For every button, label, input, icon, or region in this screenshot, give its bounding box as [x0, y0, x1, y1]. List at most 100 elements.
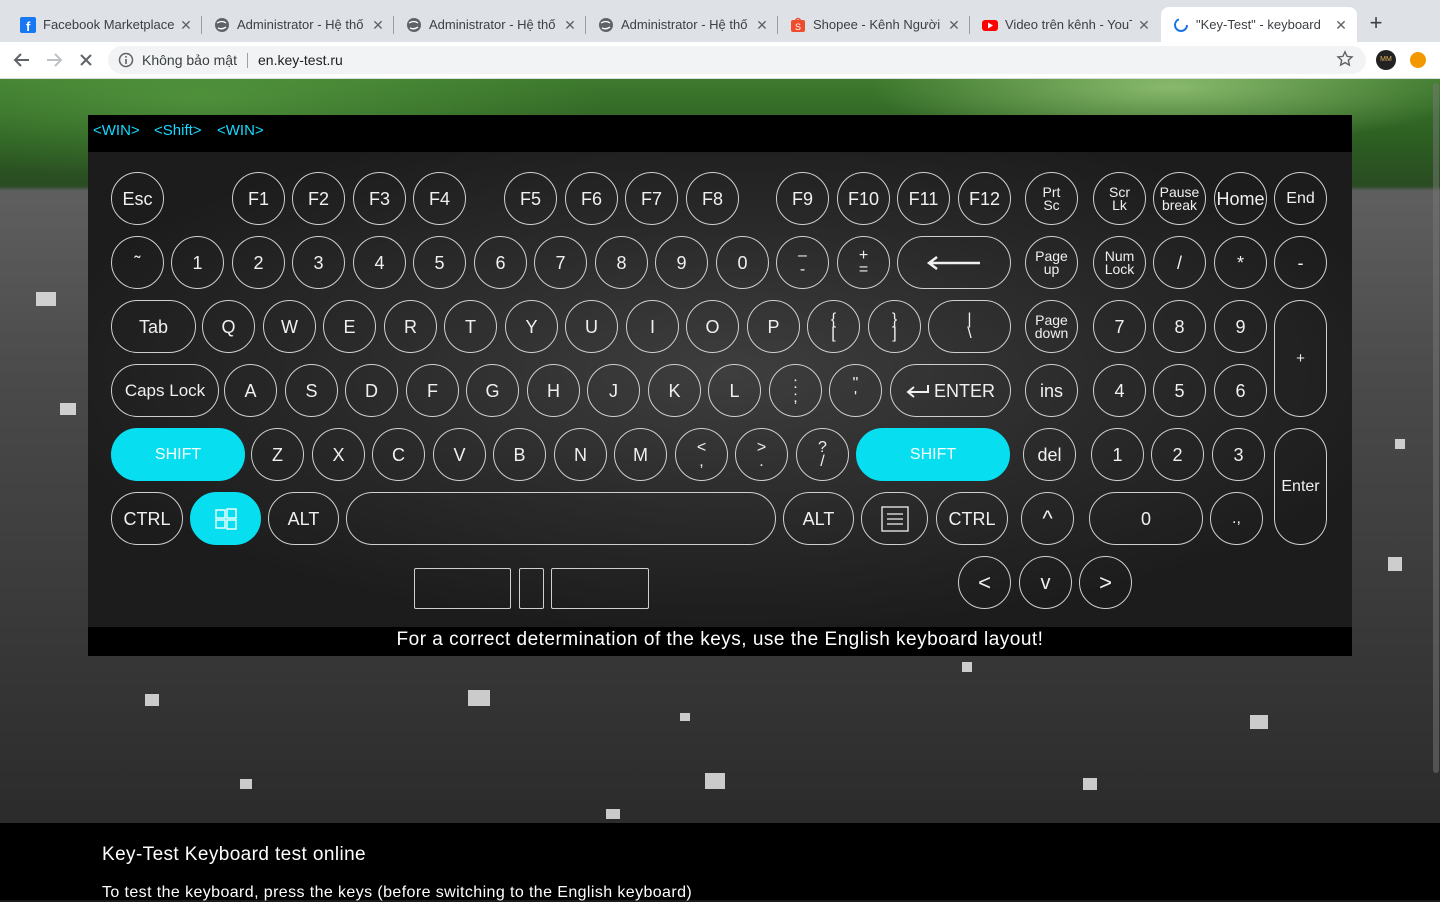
key-numpad-0[interactable]: 0 [1089, 492, 1203, 545]
key-caps-lock[interactable]: Caps Lock [111, 364, 219, 417]
key-numpad-2[interactable]: 2 [1151, 428, 1204, 481]
key-f10[interactable]: F10 [837, 172, 890, 225]
forward-button[interactable] [42, 48, 66, 72]
key-numpad-3[interactable]: 3 [1212, 428, 1265, 481]
key-numpad-minus[interactable]: - [1274, 236, 1327, 289]
key-numpad-divide[interactable]: / [1153, 236, 1206, 289]
key-f11[interactable]: F11 [897, 172, 950, 225]
browser-tab[interactable]: Administrator - Hệ thố ✕ [202, 7, 394, 42]
key-5[interactable]: 5 [413, 236, 466, 289]
key-space[interactable] [346, 492, 776, 545]
key-print-screen[interactable]: Prt Sc [1025, 172, 1078, 225]
mouse-middle-button[interactable] [519, 568, 544, 609]
key-b[interactable]: B [493, 428, 546, 481]
key-pause-break[interactable]: Pause break [1153, 172, 1206, 225]
key-numpad-6[interactable]: 6 [1214, 364, 1267, 417]
key-comma[interactable]: <, [675, 428, 728, 481]
info-icon[interactable] [118, 52, 134, 73]
key-num-lock[interactable]: Num Lock [1093, 236, 1146, 289]
key-e[interactable]: E [323, 300, 376, 353]
key-arrow-up[interactable]: ^ [1021, 492, 1074, 545]
key-2[interactable]: 2 [232, 236, 285, 289]
key-a[interactable]: A [224, 364, 277, 417]
scrollbar-thumb[interactable] [1433, 83, 1439, 773]
close-tab-icon[interactable]: ✕ [754, 17, 770, 33]
browser-tab[interactable]: Administrator - Hệ thố ✕ [394, 7, 586, 42]
security-status[interactable]: Không bảo mật [142, 52, 237, 68]
url-text[interactable]: en.key-test.ru [258, 52, 343, 68]
key-7[interactable]: 7 [534, 236, 587, 289]
mouse-right-button[interactable] [551, 568, 649, 609]
key-q[interactable]: Q [202, 300, 255, 353]
stop-loading-button[interactable] [74, 48, 98, 72]
browser-tab-active[interactable]: "Key-Test" - keyboard ✕ [1161, 7, 1357, 42]
key-c[interactable]: C [372, 428, 425, 481]
key-f9[interactable]: F9 [776, 172, 829, 225]
key-f3[interactable]: F3 [353, 172, 406, 225]
key-f1[interactable]: F1 [232, 172, 285, 225]
key-quote[interactable]: " ' [829, 364, 882, 417]
key-tilde[interactable]: ˜ [111, 236, 164, 289]
key-page-down[interactable]: Page down [1025, 300, 1078, 353]
key-home[interactable]: Home [1214, 172, 1267, 225]
key-end[interactable]: End [1274, 172, 1327, 225]
key-m[interactable]: M [614, 428, 667, 481]
key-f7[interactable]: F7 [625, 172, 678, 225]
key-numpad-enter[interactable]: Enter [1274, 428, 1327, 545]
key-backspace[interactable] [897, 236, 1011, 289]
key-numpad-plus[interactable]: + [1274, 300, 1327, 417]
key-r[interactable]: R [384, 300, 437, 353]
key-o[interactable]: O [686, 300, 739, 353]
key-f[interactable]: F [406, 364, 459, 417]
key-1[interactable]: 1 [171, 236, 224, 289]
close-tab-icon[interactable]: ✕ [562, 17, 578, 33]
key-t[interactable]: T [444, 300, 497, 353]
mouse-left-button[interactable] [414, 568, 511, 609]
key-page-up[interactable]: Page up [1025, 236, 1078, 289]
key-f2[interactable]: F2 [292, 172, 345, 225]
key-v[interactable]: V [433, 428, 486, 481]
key-w[interactable]: W [263, 300, 316, 353]
key-9[interactable]: 9 [655, 236, 708, 289]
key-i[interactable]: I [626, 300, 679, 353]
key-h[interactable]: H [527, 364, 580, 417]
key-enter[interactable]: ENTER [890, 364, 1011, 417]
key-tab[interactable]: Tab [111, 300, 196, 353]
key-numpad-multiply[interactable]: * [1214, 236, 1267, 289]
key-period[interactable]: >. [735, 428, 788, 481]
key-numpad-decimal[interactable]: ., [1210, 492, 1263, 545]
key-semicolon[interactable]: :; [769, 364, 822, 417]
key-f12[interactable]: F12 [958, 172, 1011, 225]
key-equals[interactable]: + = [837, 236, 890, 289]
key-right-bracket[interactable]: }] [868, 300, 921, 353]
key-0[interactable]: 0 [716, 236, 769, 289]
key-4[interactable]: 4 [353, 236, 406, 289]
key-right-ctrl[interactable]: CTRL [936, 492, 1008, 545]
key-x[interactable]: X [312, 428, 365, 481]
key-left-shift-pressed[interactable]: SHIFT [111, 428, 245, 481]
key-f6[interactable]: F6 [565, 172, 618, 225]
browser-tab[interactable]: Video trên kênh - YouT ✕ [970, 7, 1160, 42]
key-f5[interactable]: F5 [504, 172, 557, 225]
key-u[interactable]: U [565, 300, 618, 353]
key-arrow-left[interactable]: < [958, 556, 1011, 609]
key-numpad-8[interactable]: 8 [1153, 300, 1206, 353]
key-right-shift-pressed[interactable]: SHIFT [856, 428, 1010, 481]
key-k[interactable]: K [648, 364, 701, 417]
address-bar[interactable]: Không bảo mật en.key-test.ru [108, 46, 1366, 74]
key-menu[interactable] [861, 492, 928, 545]
key-s[interactable]: S [285, 364, 338, 417]
browser-tab[interactable]: Administrator - Hệ thố ✕ [586, 7, 778, 42]
key-l[interactable]: L [708, 364, 761, 417]
close-tab-icon[interactable]: ✕ [370, 17, 386, 33]
key-insert[interactable]: ins [1025, 364, 1078, 417]
key-numpad-4[interactable]: 4 [1093, 364, 1146, 417]
key-numpad-5[interactable]: 5 [1153, 364, 1206, 417]
key-z[interactable]: Z [251, 428, 304, 481]
key-arrow-right[interactable]: > [1079, 556, 1132, 609]
key-numpad-1[interactable]: 1 [1091, 428, 1144, 481]
key-scroll-lock[interactable]: Scr Lk [1093, 172, 1146, 225]
key-numpad-9[interactable]: 9 [1214, 300, 1267, 353]
browser-tab[interactable]: S Shopee - Kênh Người ✕ [778, 7, 970, 42]
new-tab-button[interactable]: + [1364, 12, 1388, 36]
